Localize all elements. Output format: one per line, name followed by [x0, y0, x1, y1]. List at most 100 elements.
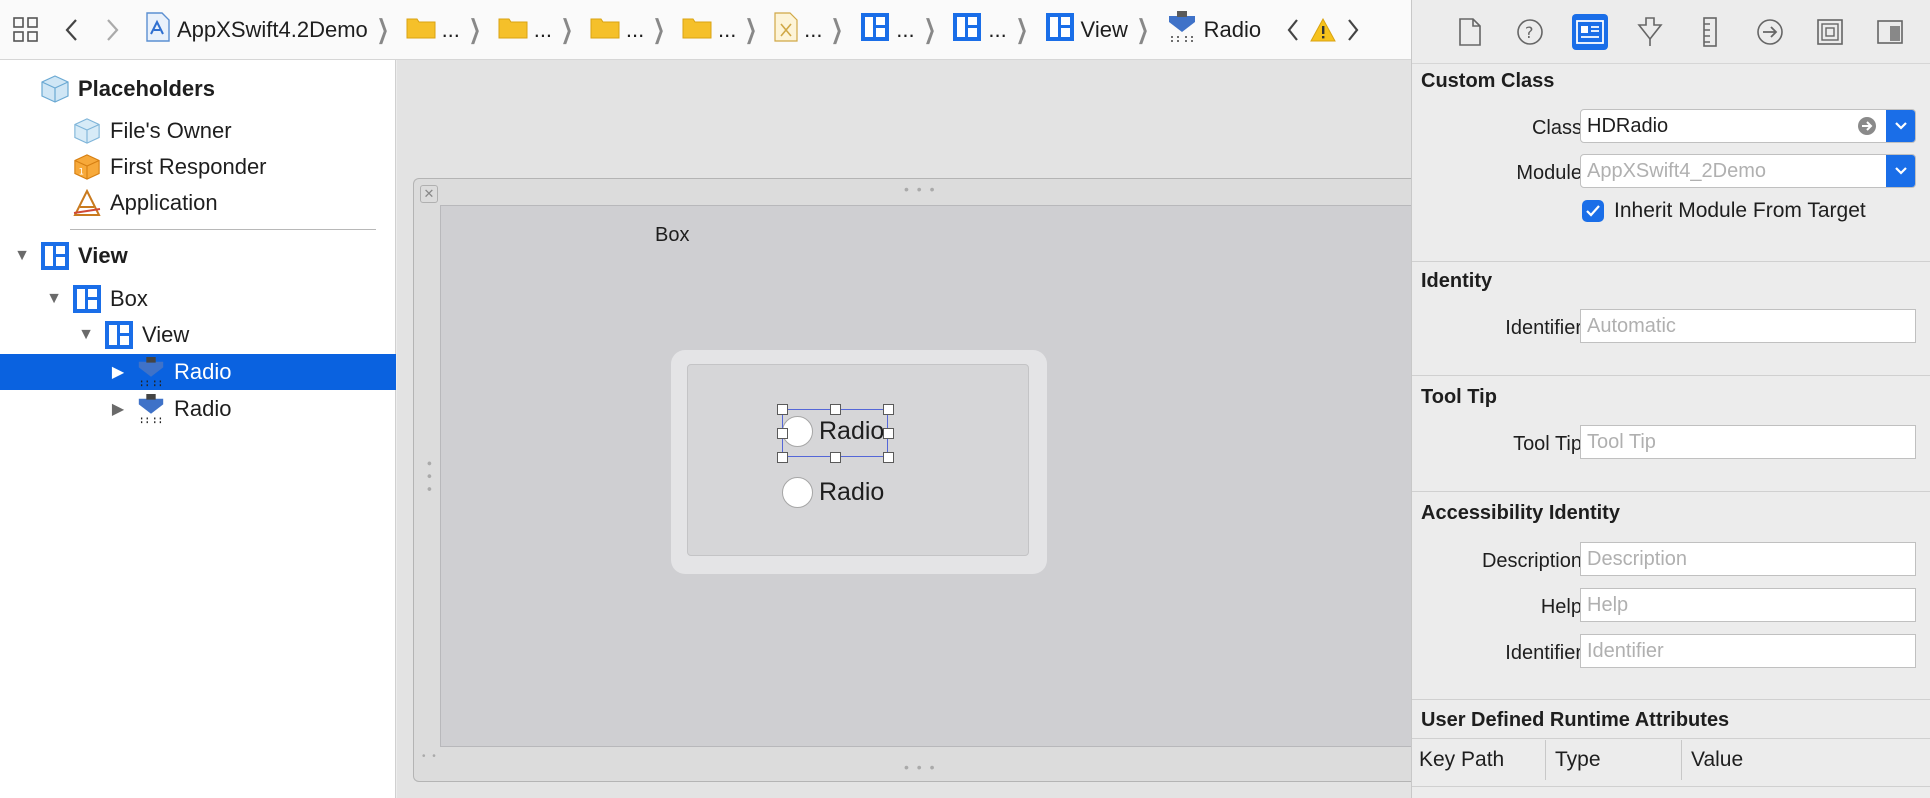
document-outline: Placeholders File's Owner 1 First Respon…: [0, 60, 396, 798]
breadcrumb-view[interactable]: ... ❯: [857, 10, 949, 50]
breadcrumb-folder[interactable]: ... ❯: [587, 10, 679, 50]
outline-item-radio[interactable]: ▶ Radio: [0, 391, 396, 427]
content-view[interactable]: Radio Radio: [440, 205, 1414, 747]
resize-handle[interactable]: [830, 452, 841, 463]
disclosure-triangle-closed-icon[interactable]: ▶: [108, 362, 128, 382]
breadcrumb-xib[interactable]: ... ❯: [771, 10, 857, 50]
application-icon: [72, 188, 102, 218]
radio-icon: [136, 394, 166, 424]
outline-item-first-responder[interactable]: 1 First Responder: [0, 150, 396, 184]
outline-item-box[interactable]: ▼ Box: [0, 282, 396, 316]
resize-grip-icon[interactable]: • • •: [904, 181, 936, 197]
interface-builder-canvas[interactable]: ✕ • • • • • • • • • • • Radio Radio Box: [397, 60, 1414, 798]
disclosure-triangle-open-icon[interactable]: ▼: [76, 325, 96, 345]
outline-placeholders-header: Placeholders: [0, 72, 396, 106]
related-items-icon[interactable]: [0, 10, 52, 50]
attributes-inspector-icon[interactable]: [1632, 14, 1668, 50]
warning-icon[interactable]: [1308, 10, 1338, 50]
column-header-keypath[interactable]: Key Path: [1419, 748, 1504, 772]
outline-item-files-owner[interactable]: File's Owner: [0, 114, 396, 148]
module-combobox[interactable]: AppXSwift4_2Demo: [1580, 154, 1916, 188]
resize-handle[interactable]: [883, 452, 894, 463]
column-header-value[interactable]: Value: [1691, 748, 1743, 772]
back-button[interactable]: [52, 10, 92, 50]
outline-item-inner-view[interactable]: ▼ View: [0, 318, 396, 352]
table-divider: [1412, 786, 1930, 787]
navigate-arrow-icon[interactable]: [1857, 116, 1877, 142]
box-content-view[interactable]: Radio Radio: [687, 364, 1029, 556]
radio-label: Radio: [819, 478, 885, 506]
breadcrumb-project[interactable]: AppXSwift4.2Demo ❯: [142, 10, 403, 50]
breadcrumb-label: ...: [988, 16, 1007, 42]
previous-issue-button[interactable]: [1278, 10, 1308, 50]
outline-label: Application: [110, 190, 218, 215]
resize-grip-icon[interactable]: • • •: [422, 461, 438, 493]
section-title: Custom Class: [1421, 70, 1555, 92]
resize-handle[interactable]: [830, 404, 841, 415]
first-responder-icon: 1: [72, 152, 102, 182]
description-label: Description: [1481, 550, 1582, 572]
column-header-type[interactable]: Type: [1555, 748, 1601, 772]
a11y-identifier-input[interactable]: Identifier: [1580, 634, 1916, 668]
outline-item-application[interactable]: Application: [0, 186, 396, 220]
breadcrumb-label: ...: [533, 16, 553, 42]
section-title: Tool Tip: [1421, 386, 1497, 408]
breadcrumb-view[interactable]: View ❯: [1042, 10, 1163, 50]
help-label: Help: [1540, 596, 1582, 618]
view-effects-inspector-icon[interactable]: [1872, 14, 1908, 50]
close-icon[interactable]: ✕: [420, 185, 438, 203]
outline-label: View: [142, 322, 190, 347]
disclosure-triangle-open-icon[interactable]: ▼: [44, 289, 64, 309]
window-frame[interactable]: ✕ • • • • • • • • • • • Radio Radio: [413, 178, 1414, 782]
chevron-right-icon: ❯: [560, 14, 573, 44]
resize-handle[interactable]: [883, 428, 894, 439]
folder-icon: [406, 15, 436, 45]
cube-icon: [72, 116, 102, 146]
help-inspector-icon[interactable]: ?: [1512, 14, 1548, 50]
resize-handle[interactable]: [777, 428, 788, 439]
column-separator[interactable]: [1545, 740, 1546, 780]
outline-divider: [70, 229, 376, 230]
chevron-down-icon[interactable]: [1886, 110, 1915, 142]
radio-button[interactable]: Radio: [782, 477, 884, 508]
breadcrumb-radio[interactable]: Radio: [1163, 10, 1264, 50]
breadcrumb-view[interactable]: ... ❯: [949, 10, 1041, 50]
bindings-inspector-icon[interactable]: [1812, 14, 1848, 50]
description-input[interactable]: Description: [1580, 542, 1916, 576]
outline-label: Radio: [174, 396, 232, 421]
class-combobox[interactable]: HDRadio: [1580, 109, 1916, 143]
outline-item-radio-selected[interactable]: ▶ Radio: [0, 354, 396, 390]
identity-inspector: ? Custom Class Class HDRadio Module AppX…: [1411, 0, 1930, 798]
identity-section: Identity Identifier Automatic: [1412, 262, 1930, 376]
breadcrumb-label: ...: [804, 16, 823, 42]
forward-button[interactable]: [92, 10, 132, 50]
resize-grip-icon[interactable]: • • •: [904, 759, 936, 775]
size-inspector-icon[interactable]: [1692, 14, 1728, 50]
resize-handle[interactable]: [883, 404, 894, 415]
file-inspector-icon[interactable]: [1452, 14, 1488, 50]
identifier-label: Identifier: [1505, 317, 1582, 339]
chevron-down-icon[interactable]: [1886, 155, 1915, 187]
box-view[interactable]: Radio Radio: [671, 350, 1047, 574]
disclosure-triangle-open-icon[interactable]: ▼: [12, 246, 32, 266]
tooltip-input[interactable]: Tool Tip: [1580, 425, 1916, 459]
resize-corner-icon[interactable]: • •: [422, 751, 438, 762]
breadcrumb-folder[interactable]: ... ❯: [495, 10, 587, 50]
chevron-right-icon: ❯: [376, 14, 389, 44]
next-issue-button[interactable]: [1338, 10, 1368, 50]
inherit-module-checkbox[interactable]: [1582, 200, 1604, 222]
resize-handle[interactable]: [777, 452, 788, 463]
connections-inspector-icon[interactable]: [1752, 14, 1788, 50]
outline-item-view[interactable]: ▼ View: [0, 239, 396, 273]
help-input[interactable]: Help: [1580, 588, 1916, 622]
outline-label: Radio: [174, 359, 232, 384]
identifier-input[interactable]: Automatic: [1580, 309, 1916, 343]
identity-inspector-icon[interactable]: [1572, 13, 1608, 50]
breadcrumb-folder[interactable]: ... ❯: [679, 10, 771, 50]
disclosure-triangle-closed-icon[interactable]: ▶: [108, 399, 128, 419]
resize-handle[interactable]: [777, 404, 788, 415]
module-label: Module: [1516, 162, 1582, 184]
breadcrumb-folder[interactable]: ... ❯: [403, 10, 495, 50]
module-placeholder: AppXSwift4_2Demo: [1587, 159, 1766, 182]
column-separator[interactable]: [1681, 740, 1682, 780]
